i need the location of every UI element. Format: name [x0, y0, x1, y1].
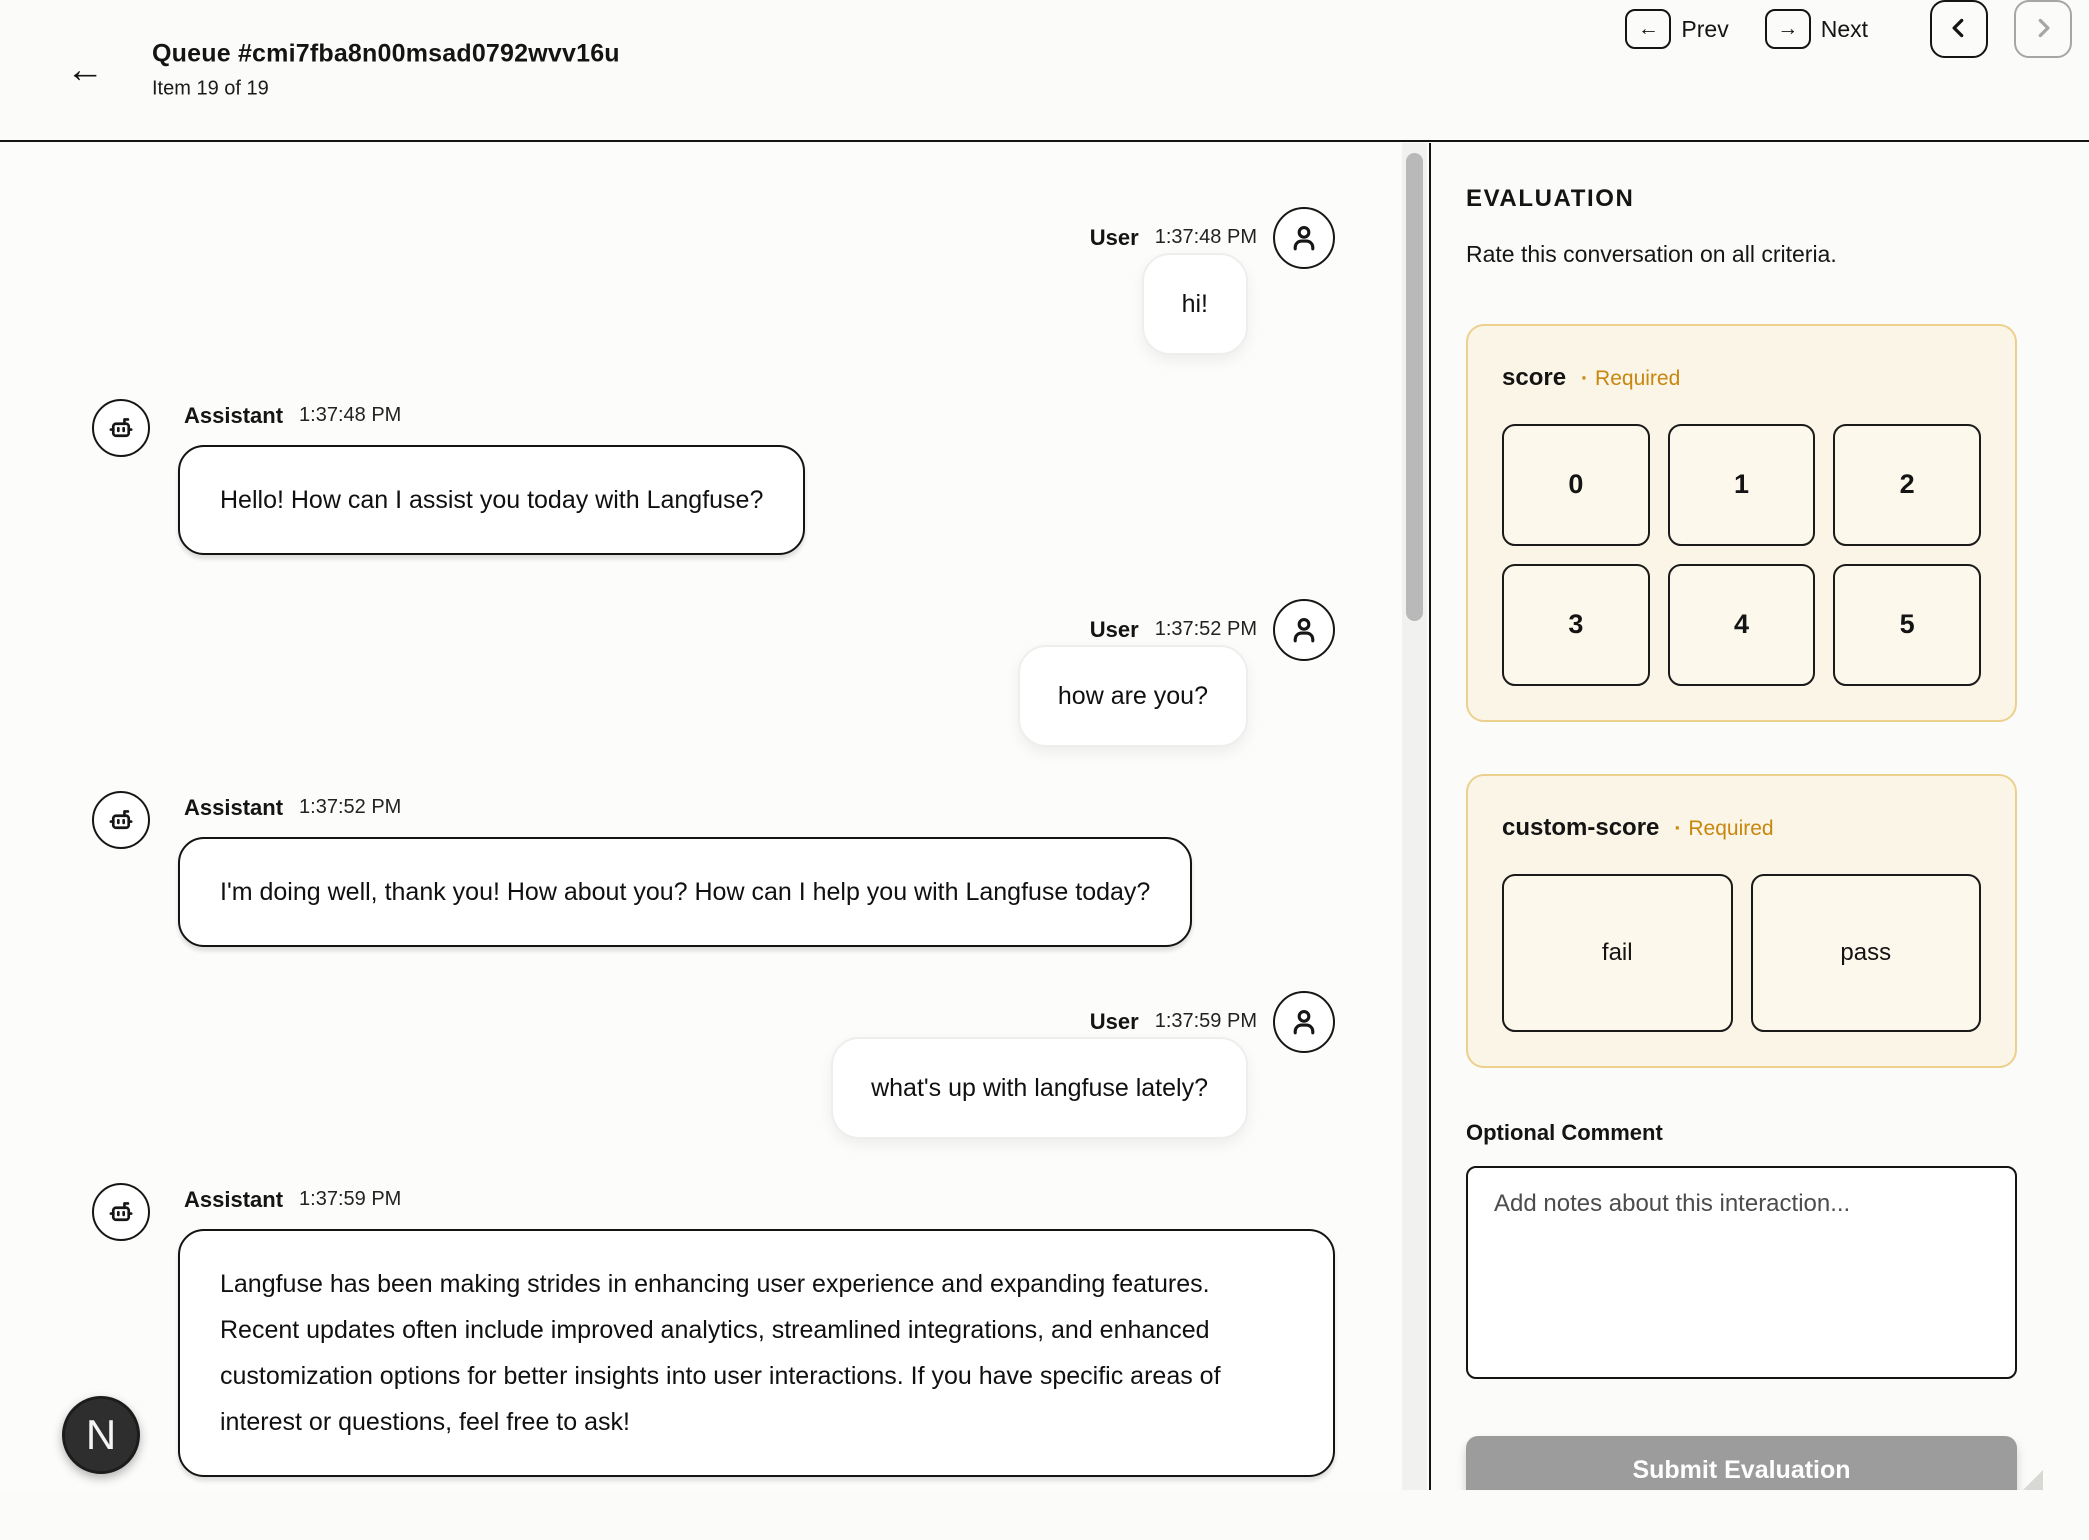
message-timestamp: 1:37:48 PM: [1155, 226, 1257, 249]
message-role: Assistant: [184, 403, 283, 429]
option-grid: failpass: [1502, 874, 1981, 1032]
annotation-queue-app: ← Queue #cmi7fba8n00msad0792wvv16u Item …: [0, 0, 2089, 1540]
assistant-message: Assistant 1:37:48 PM Hello! How can I as…: [92, 399, 1335, 555]
message-body: Assistant 1:37:48 PM Hello! How can I as…: [178, 399, 805, 555]
required-badge: · Required: [1674, 817, 1773, 841]
user-message: User 1:37:52 PM how are you?: [92, 599, 1335, 747]
message-timestamp: 1:37:52 PM: [299, 796, 401, 819]
prev-item-button[interactable]: ← Prev: [1625, 9, 1728, 49]
message-bubble: I'm doing well, thank you! How about you…: [178, 837, 1192, 947]
message-bubble: Hello! How can I assist you today with L…: [178, 445, 805, 555]
user-avatar-icon: [1273, 991, 1335, 1053]
required-dot: ·: [1674, 817, 1681, 840]
message-timestamp: 1:37:59 PM: [299, 1188, 401, 1211]
robot-avatar-icon: [92, 1183, 150, 1241]
option-grid: 012 345: [1502, 424, 1981, 686]
option-pass-button[interactable]: pass: [1751, 874, 1982, 1032]
submit-evaluation-button[interactable]: Submit Evaluation: [1466, 1436, 2017, 1490]
chat-scrollbar-thumb[interactable]: [1406, 153, 1423, 621]
header-controls: ← Prev → Next: [1625, 0, 2072, 58]
option-0-button[interactable]: 0: [1502, 424, 1650, 546]
chat-scrollbar-track[interactable]: [1402, 143, 1427, 1490]
user-avatar-icon: [1273, 599, 1335, 661]
criterion-name: custom-score: [1502, 814, 1659, 842]
user-message: User 1:37:48 PM hi!: [92, 207, 1335, 355]
user-message: User 1:37:59 PM what's up with langfuse …: [92, 991, 1335, 1139]
resize-grip[interactable]: [2023, 1470, 2043, 1490]
assistant-message: Assistant 1:37:52 PM I'm doing well, tha…: [92, 791, 1335, 947]
message-list: User 1:37:48 PM hi! Assist: [0, 143, 1429, 1490]
criterion-card: score · Required 012 345: [1466, 324, 2017, 722]
message-role: Assistant: [184, 1187, 283, 1213]
message-header: Assistant 1:37:48 PM: [184, 403, 805, 429]
message-bubble: what's up with langfuse lately?: [831, 1037, 1248, 1139]
criterion-card: custom-score · Required failpass: [1466, 774, 2017, 1068]
criterion-header: score · Required: [1502, 364, 1981, 392]
option-1-button[interactable]: 1: [1668, 424, 1816, 546]
option-3-button[interactable]: 3: [1502, 564, 1650, 686]
message-timestamp: 1:37:52 PM: [1155, 618, 1257, 641]
collapse-panel-button[interactable]: [1930, 0, 1988, 58]
message-role: User: [1090, 617, 1139, 643]
conversation-panel: User 1:37:48 PM hi! Assist: [0, 143, 1431, 1490]
next-item-button[interactable]: → Next: [1765, 9, 1868, 49]
message-header: Assistant 1:37:52 PM: [184, 795, 1192, 821]
robot-avatar-icon: [92, 399, 150, 457]
user-avatar-icon: [1273, 207, 1335, 269]
required-label: Required: [1688, 817, 1773, 840]
message-role: User: [1090, 225, 1139, 251]
message-bubble: how are you?: [1018, 645, 1248, 747]
comment-label: Optional Comment: [1466, 1120, 2017, 1146]
evaluation-heading: EVALUATION: [1466, 185, 2017, 213]
evaluation-subtitle: Rate this conversation on all criteria.: [1466, 241, 2017, 268]
option-2-button[interactable]: 2: [1833, 424, 1981, 546]
page-title: Queue #cmi7fba8n00msad0792wvv16u: [152, 40, 620, 69]
message-body: Assistant 1:37:59 PM Langfuse has been m…: [178, 1183, 1335, 1477]
criterion-name: score: [1502, 364, 1566, 392]
expand-panel-button[interactable]: [2014, 0, 2072, 58]
robot-avatar-icon: [92, 791, 150, 849]
assistant-message: Assistant 1:37:59 PM Langfuse has been m…: [92, 1183, 1335, 1477]
arrow-left-icon: ←: [1625, 9, 1671, 49]
message-timestamp: 1:37:48 PM: [299, 404, 401, 427]
nextjs-dev-badge[interactable]: N: [62, 1396, 140, 1474]
message-body: Assistant 1:37:52 PM I'm doing well, tha…: [178, 791, 1192, 947]
message-bubble: Langfuse has been making strides in enha…: [178, 1229, 1335, 1477]
prev-label: Prev: [1681, 16, 1728, 43]
message-timestamp: 1:37:59 PM: [1155, 1010, 1257, 1033]
message-role: Assistant: [184, 795, 283, 821]
option-fail-button[interactable]: fail: [1502, 874, 1733, 1032]
required-badge: · Required: [1581, 367, 1680, 391]
chevron-left-icon: [1946, 15, 1972, 44]
queue-title-block: Queue #cmi7fba8n00msad0792wvv16u Item 19…: [152, 40, 620, 101]
back-button[interactable]: ←: [66, 51, 104, 89]
next-label: Next: [1821, 16, 1868, 43]
item-counter: Item 19 of 19: [152, 78, 620, 101]
arrow-right-icon: →: [1765, 9, 1811, 49]
header: ← Queue #cmi7fba8n00msad0792wvv16u Item …: [0, 0, 2089, 142]
message-header: Assistant 1:37:59 PM: [184, 1187, 1335, 1213]
comment-input[interactable]: [1466, 1166, 2017, 1379]
message-bubble: hi!: [1142, 253, 1248, 355]
option-5-button[interactable]: 5: [1833, 564, 1981, 686]
chevron-right-icon: [2030, 15, 2056, 44]
criterion-header: custom-score · Required: [1502, 814, 1981, 842]
evaluation-panel: EVALUATION Rate this conversation on all…: [1431, 143, 2089, 1490]
required-dot: ·: [1581, 367, 1588, 390]
option-4-button[interactable]: 4: [1668, 564, 1816, 686]
required-label: Required: [1595, 367, 1680, 390]
message-role: User: [1090, 1009, 1139, 1035]
criteria-list: score · Required 012 345 custom-score · Req…: [1466, 324, 2017, 1068]
